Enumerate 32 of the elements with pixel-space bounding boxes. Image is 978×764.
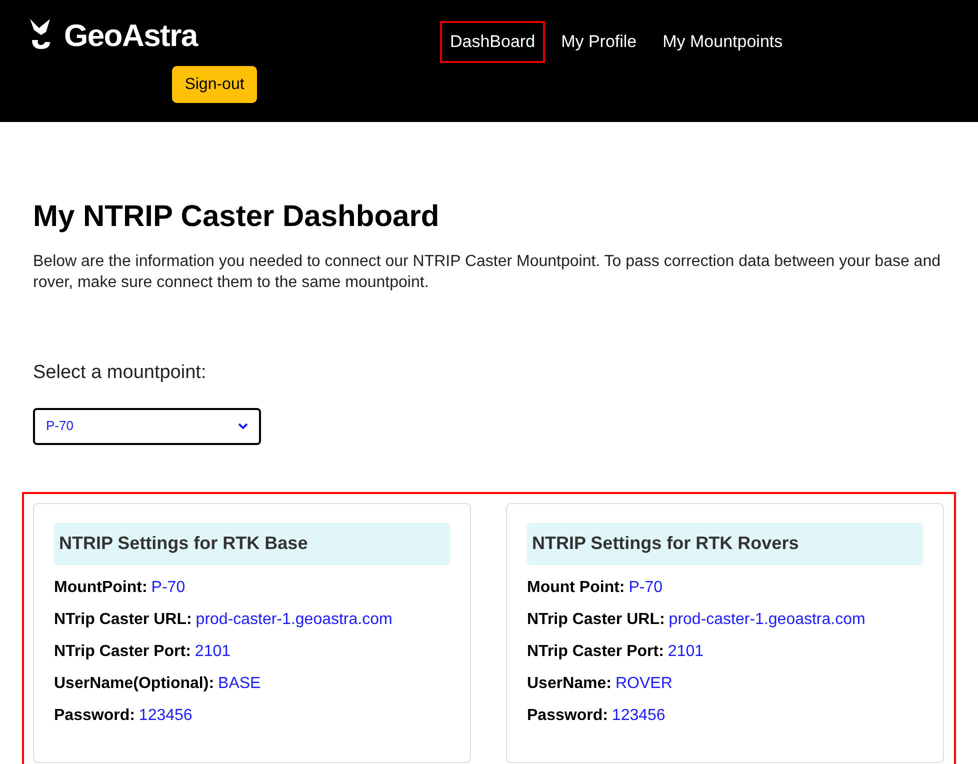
select-label: Select a mountpoint: — [33, 361, 208, 385]
mountpoint-select[interactable]: P-70 — [33, 408, 261, 444]
field-label: Mount Point: — [527, 578, 625, 598]
field-value: prod-caster-1.geoastra.com — [668, 610, 866, 630]
field-label: UserName: — [527, 674, 612, 694]
card-title: NTRIP Settings for RTK Rovers — [527, 522, 923, 564]
field-value: BASE — [218, 674, 261, 694]
field-value: P-70 — [151, 578, 186, 598]
field-value: ROVER — [615, 674, 672, 694]
field-label: Password: — [54, 706, 135, 726]
field-label: NTrip Caster URL: — [527, 610, 665, 630]
field-value: 2101 — [194, 642, 231, 662]
field-label: NTrip Caster Port: — [54, 642, 191, 662]
sign-out-button[interactable]: Sign-out — [172, 66, 257, 103]
field-value: prod-caster-1.geoastra.com — [196, 610, 392, 630]
field-value: 123456 — [612, 706, 666, 726]
field-value: 123456 — [138, 706, 192, 726]
field-label: Password: — [527, 706, 608, 726]
field-label: UserName(Optional): — [54, 674, 214, 694]
chevron-icon — [238, 422, 248, 430]
field-label: NTrip Caster Port: — [527, 642, 664, 662]
brand-name: GeoAstra — [64, 20, 198, 50]
field-value: P-70 — [628, 578, 663, 598]
field-label: NTrip Caster URL: — [54, 610, 192, 630]
nav-link[interactable]: My Mountpoints — [652, 21, 793, 63]
field-value: 2101 — [668, 642, 704, 662]
card-title: NTRIP Settings for RTK Base — [54, 522, 450, 564]
field-label: MountPoint: — [54, 578, 148, 598]
page-title: My NTRIP Caster Dashboard — [33, 199, 440, 235]
nav-link[interactable]: My Profile — [551, 21, 647, 63]
intro-text: Below are the information you needed to connect our NTRIP Caster Mountpoint. To pass correction data between your base and rover, make sure connect them to the same mountpoint. — [33, 252, 942, 293]
nav-link[interactable]: DashBoard — [440, 21, 546, 63]
